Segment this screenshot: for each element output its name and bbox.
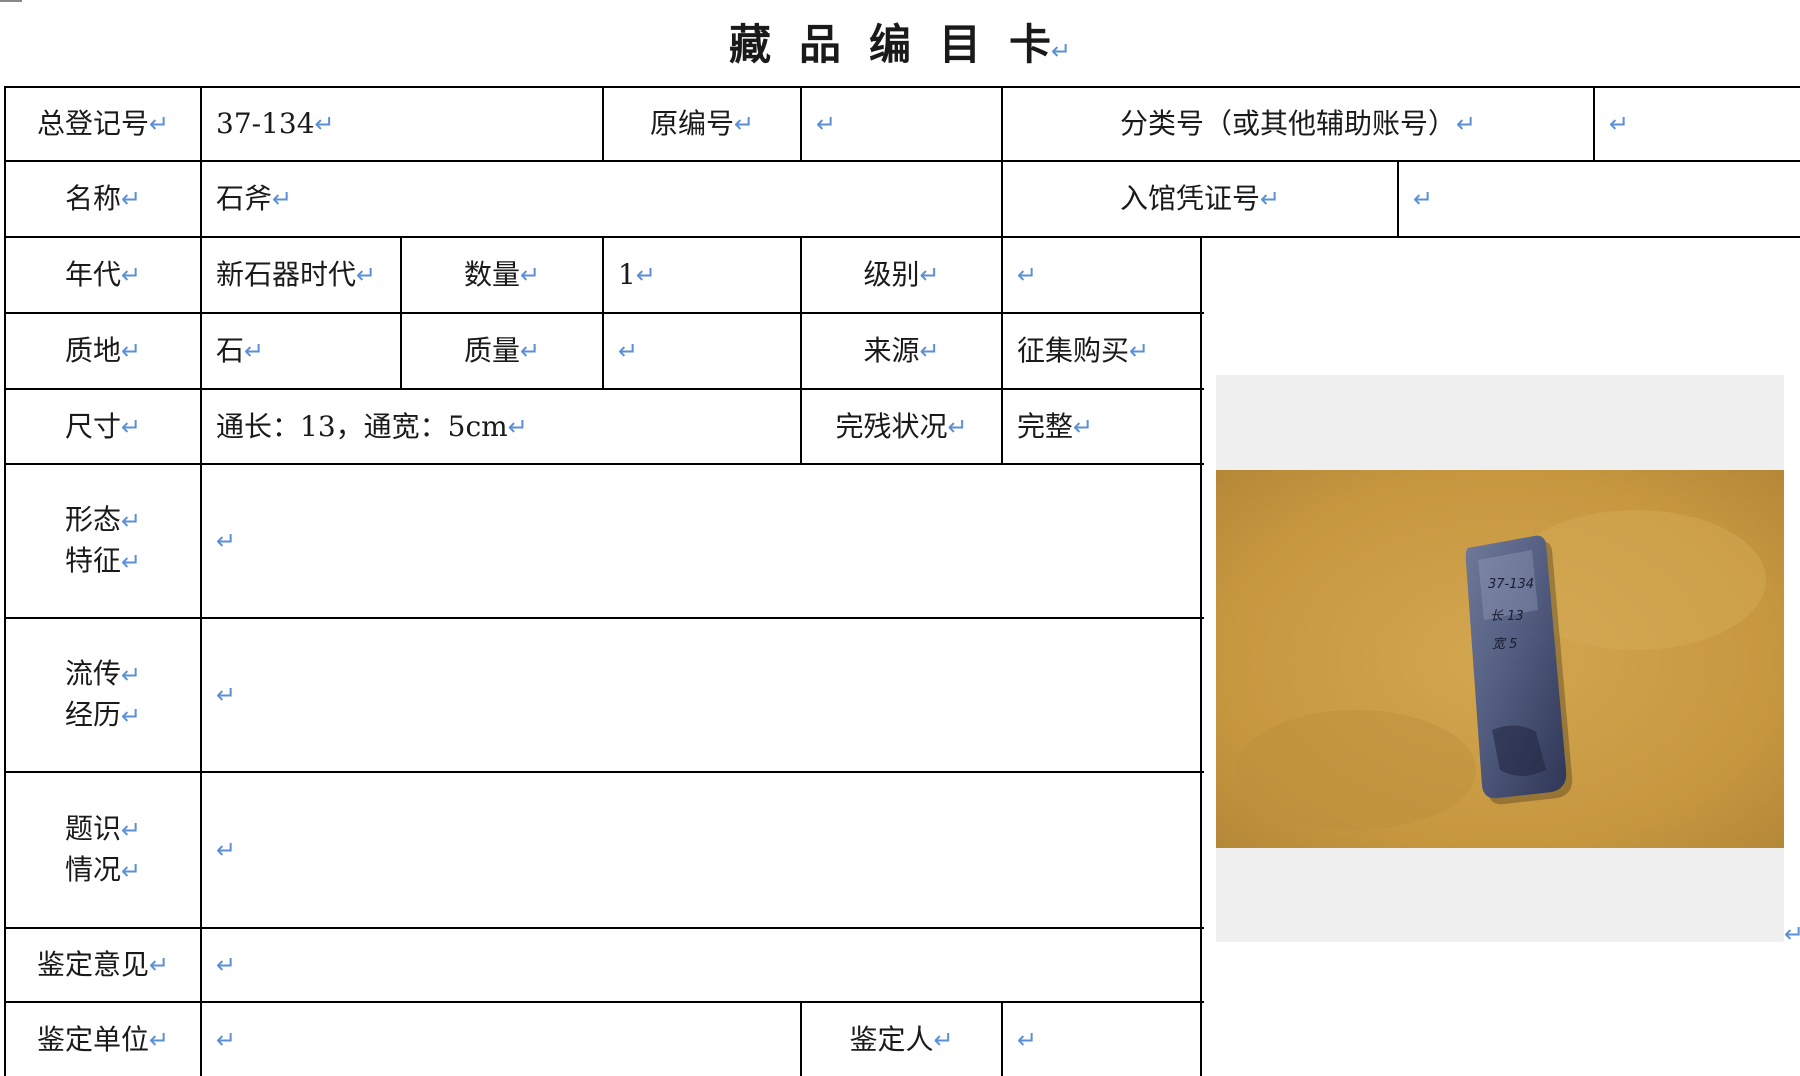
value-form[interactable]: ↵ bbox=[202, 465, 1200, 617]
page-title: 藏品编目卡↵ bbox=[728, 20, 1079, 69]
return-mark: ↵ bbox=[1784, 920, 1800, 948]
label-voucher: 入馆凭证号 ↵ bbox=[1119, 182, 1281, 215]
label-name: 名称 ↵ bbox=[64, 182, 142, 215]
value-name[interactable]: 石斧 ↵ bbox=[202, 162, 1001, 236]
label-reg-no: 总登记号 ↵ bbox=[36, 107, 170, 140]
stone-axe-photo: 37-134 长 13 宽 5 bbox=[1216, 470, 1784, 848]
svg-text:长 13: 长 13 bbox=[1490, 609, 1524, 624]
label-unit: 鉴定单位 ↵ bbox=[36, 1022, 170, 1056]
value-class-no[interactable]: ↵ bbox=[1595, 88, 1800, 160]
value-orig-no[interactable]: ↵ bbox=[802, 88, 1001, 160]
value-appraiser[interactable]: ↵ bbox=[1003, 1003, 1200, 1076]
value-level[interactable]: ↵ bbox=[1003, 238, 1200, 312]
label-level: 级别 ↵ bbox=[863, 258, 940, 291]
label-history: 流传↵ 经历↵ bbox=[64, 657, 142, 731]
value-source[interactable]: 征集购买 ↵ bbox=[1003, 314, 1200, 388]
label-era: 年代 ↵ bbox=[64, 258, 142, 291]
label-opinion: 鉴定意见 ↵ bbox=[36, 948, 170, 981]
value-inscription[interactable]: ↵ bbox=[202, 773, 1200, 927]
label-form: 形态↵ 特征↵ bbox=[64, 503, 142, 577]
value-voucher[interactable]: ↵ bbox=[1399, 162, 1800, 236]
label-class-no: 分类号（或其他辅助账号） ↵ bbox=[1119, 107, 1477, 140]
label-material: 质地 ↵ bbox=[64, 334, 142, 367]
label-source: 来源 ↵ bbox=[863, 334, 940, 367]
label-size: 尺寸 ↵ bbox=[64, 409, 142, 443]
value-reg-no[interactable]: 37-134 ↵ bbox=[202, 88, 602, 160]
label-weight: 质量 ↵ bbox=[463, 334, 541, 367]
value-history[interactable]: ↵ bbox=[202, 619, 1200, 771]
value-unit[interactable]: ↵ bbox=[202, 1003, 800, 1076]
value-quantity[interactable]: 1 ↵ bbox=[604, 238, 800, 312]
page-corner-mark bbox=[0, 0, 22, 2]
label-appraiser: 鉴定人 ↵ bbox=[849, 1022, 954, 1056]
svg-text:37-134: 37-134 bbox=[1488, 577, 1534, 592]
label-inscription: 题识↵ 情况↵ bbox=[64, 812, 142, 886]
value-material[interactable]: 石 ↵ bbox=[202, 314, 400, 388]
value-size[interactable]: 通长：13，通宽：5cm ↵ bbox=[202, 390, 800, 463]
value-era[interactable]: 新石器时代 ↵ bbox=[202, 238, 400, 312]
svg-text:宽 5: 宽 5 bbox=[1492, 636, 1517, 652]
label-condition: 完残状况 ↵ bbox=[835, 409, 968, 443]
value-weight[interactable]: ↵ bbox=[604, 314, 800, 388]
value-opinion[interactable]: ↵ bbox=[202, 929, 1200, 1001]
value-condition[interactable]: 完整 ↵ bbox=[1003, 390, 1200, 463]
label-orig-no: 原编号 ↵ bbox=[649, 107, 755, 140]
label-quantity: 数量 ↵ bbox=[463, 258, 541, 291]
